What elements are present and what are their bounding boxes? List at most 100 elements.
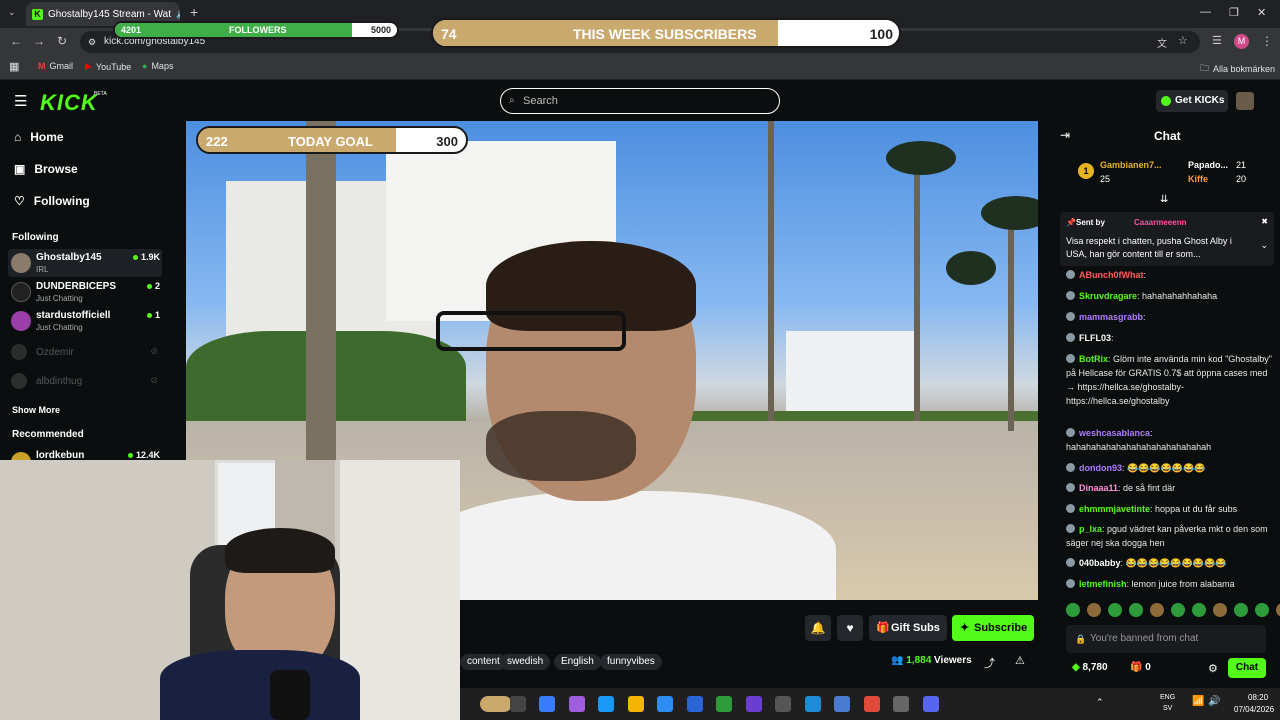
channel-ghostalby145[interactable]: Ghostalby145 IRL 1.9K: [8, 249, 162, 277]
emote-icon[interactable]: [1066, 603, 1080, 617]
channel-ozdemir[interactable]: Ozdemir ⊘: [8, 338, 162, 366]
taskbar-app-icon[interactable]: [922, 696, 939, 712]
chat-username[interactable]: Skruvdragare: [1079, 291, 1137, 301]
user-badge-icon: [1066, 524, 1075, 533]
taskbar-app-icon[interactable]: [539, 696, 555, 712]
chat-username[interactable]: mammasgrabb: [1079, 312, 1143, 322]
bookmark-youtube[interactable]: ▶ YouTube: [85, 61, 131, 72]
gift-subs-button[interactable]: 🎁 Gift Subs: [869, 615, 947, 641]
reload-icon[interactable]: ↻: [57, 34, 67, 48]
minimize-button[interactable]: —: [1200, 6, 1211, 18]
gift-count[interactable]: 🎁 0: [1130, 662, 1151, 673]
leaderboard-toggle-icon[interactable]: ⇊: [1160, 194, 1168, 205]
channel-dunderbiceps[interactable]: DUNDERBICEPS Just Chatting 2: [8, 278, 162, 306]
emote-icon[interactable]: [1171, 603, 1185, 617]
search-input[interactable]: ⌕ Search: [500, 88, 780, 114]
chat-username[interactable]: 040babby: [1079, 558, 1121, 568]
kick-logo[interactable]: KICK: [40, 90, 98, 116]
taskbar-app-icon[interactable]: [627, 696, 644, 712]
lock-icon: 🔒: [1075, 634, 1087, 644]
chat-username[interactable]: ABunch0fWhat: [1079, 270, 1144, 280]
show-more-link[interactable]: Show More: [12, 405, 60, 415]
kick-points[interactable]: ◆ 8,780: [1072, 662, 1108, 673]
subscribe-button[interactable]: ✦ Subscribe: [952, 615, 1034, 641]
chat-send-button[interactable]: Chat: [1228, 658, 1266, 678]
chat-username[interactable]: FLFL03: [1079, 333, 1111, 343]
menu-dots-icon[interactable]: ⋮: [1261, 34, 1273, 48]
get-kicks-button[interactable]: Get KICKs: [1156, 90, 1228, 112]
taskbar-app-icon[interactable]: [686, 696, 703, 712]
translate-icon[interactable]: 文: [1157, 35, 1167, 50]
taskbar-app-icon[interactable]: [568, 696, 585, 712]
all-bookmarks[interactable]: 🗀 Alla bokmärken: [1200, 61, 1275, 77]
site-info-icon[interactable]: ⚙: [88, 31, 96, 53]
apps-grid-icon[interactable]: ▦: [9, 60, 19, 73]
chat-username[interactable]: weshcasablanca: [1079, 428, 1150, 438]
taskbar-app-icon[interactable]: [745, 696, 762, 712]
tab-list-button[interactable]: ⌄: [8, 7, 16, 18]
taskbar-app-icon[interactable]: [775, 696, 791, 712]
follow-heart-button[interactable]: ♥: [837, 615, 863, 641]
emote-icon[interactable]: [1129, 603, 1143, 617]
nav-browse[interactable]: ▣ Browse: [14, 162, 78, 176]
taskbar-app-icon[interactable]: [598, 696, 614, 712]
forward-icon[interactable]: →: [33, 34, 45, 48]
gifter-leaderboard: 1 Gambianen7... 25 Papado... 21 Kiffe 20: [1052, 152, 1280, 192]
bookmark-maps[interactable]: ● Maps: [142, 61, 173, 71]
bookmark-gmail[interactable]: M Gmail: [38, 61, 73, 71]
user-avatar[interactable]: [1236, 92, 1254, 110]
back-icon[interactable]: ←: [10, 34, 22, 48]
emote-icon[interactable]: [1087, 603, 1101, 617]
chat-username[interactable]: ehmmmjavetinte: [1079, 504, 1150, 514]
taskbar-app-icon[interactable]: [509, 696, 526, 712]
hamburger-menu-icon[interactable]: ☰: [14, 92, 27, 110]
chat-settings-icon[interactable]: ⚙: [1208, 662, 1218, 675]
emote-icon[interactable]: [1192, 603, 1206, 617]
language-indicator[interactable]: ENG: [1160, 694, 1175, 701]
nav-following[interactable]: ♡ Following: [14, 194, 90, 208]
emote-icon[interactable]: [1150, 603, 1164, 617]
taskbar-app-icon[interactable]: [657, 696, 673, 712]
share-icon[interactable]: ⤴: [984, 655, 995, 671]
chat-username[interactable]: letmefinish: [1079, 579, 1127, 589]
taskbar-app-icon[interactable]: [863, 696, 880, 712]
nav-home[interactable]: ⌂ Home: [14, 130, 64, 144]
emote-icon[interactable]: [1234, 603, 1248, 617]
taskbar-app-icon[interactable]: [804, 696, 821, 712]
chat-input[interactable]: 🔒 You're banned from chat: [1066, 625, 1266, 653]
profile-avatar[interactable]: M: [1234, 34, 1249, 49]
emote-icon[interactable]: [1255, 603, 1269, 617]
tab-search-icon[interactable]: ☰: [1212, 34, 1222, 47]
channel-albdinthug[interactable]: albdinthug ⊘: [8, 367, 162, 395]
taskbar-app-icon[interactable]: [716, 696, 732, 712]
avatar: [11, 373, 27, 389]
expand-icon[interactable]: ⌄: [1260, 240, 1268, 251]
emote-icon[interactable]: [1276, 603, 1280, 617]
clock-time[interactable]: 08:20: [1248, 693, 1268, 702]
chat-username[interactable]: p_lxa: [1079, 524, 1102, 534]
new-tab-button[interactable]: +: [190, 4, 198, 20]
taskbar-app-icon[interactable]: [834, 696, 850, 712]
close-window-button[interactable]: ✕: [1257, 6, 1266, 19]
pinned-message[interactable]: 📌 Sent by Caaarmeeenn ✖ Visa respekt i c…: [1060, 212, 1274, 266]
unpin-icon[interactable]: ✖: [1261, 217, 1268, 226]
chat-username[interactable]: Dinaaa11: [1079, 483, 1118, 493]
tray-chevron-icon[interactable]: ⌃: [1096, 697, 1104, 708]
tag-funnyvibes[interactable]: funnyvibes: [600, 654, 662, 670]
taskbar-app-icon[interactable]: [480, 696, 512, 712]
chat-username[interactable]: BotRix: [1079, 354, 1108, 364]
bookmark-star-icon[interactable]: ☆: [1178, 34, 1188, 47]
notification-bell-button[interactable]: 🔔: [805, 615, 831, 641]
taskbar-app-icon[interactable]: [893, 696, 909, 712]
emote-icon[interactable]: [1213, 603, 1227, 617]
chat-username[interactable]: dondon93: [1079, 463, 1122, 473]
points-icon: ◆: [1072, 662, 1080, 673]
report-icon[interactable]: ⚠: [1015, 654, 1025, 667]
heart-icon: ♡: [14, 194, 25, 208]
tag-english[interactable]: English: [554, 654, 601, 670]
tag-swedish[interactable]: swedish: [500, 654, 551, 670]
collapse-chat-icon[interactable]: ⇥: [1060, 128, 1070, 142]
emote-icon[interactable]: [1108, 603, 1122, 617]
channel-stardustofficiell[interactable]: stardustofficiell Just Chatting 1: [8, 307, 162, 335]
restore-button[interactable]: ❐: [1229, 6, 1239, 19]
